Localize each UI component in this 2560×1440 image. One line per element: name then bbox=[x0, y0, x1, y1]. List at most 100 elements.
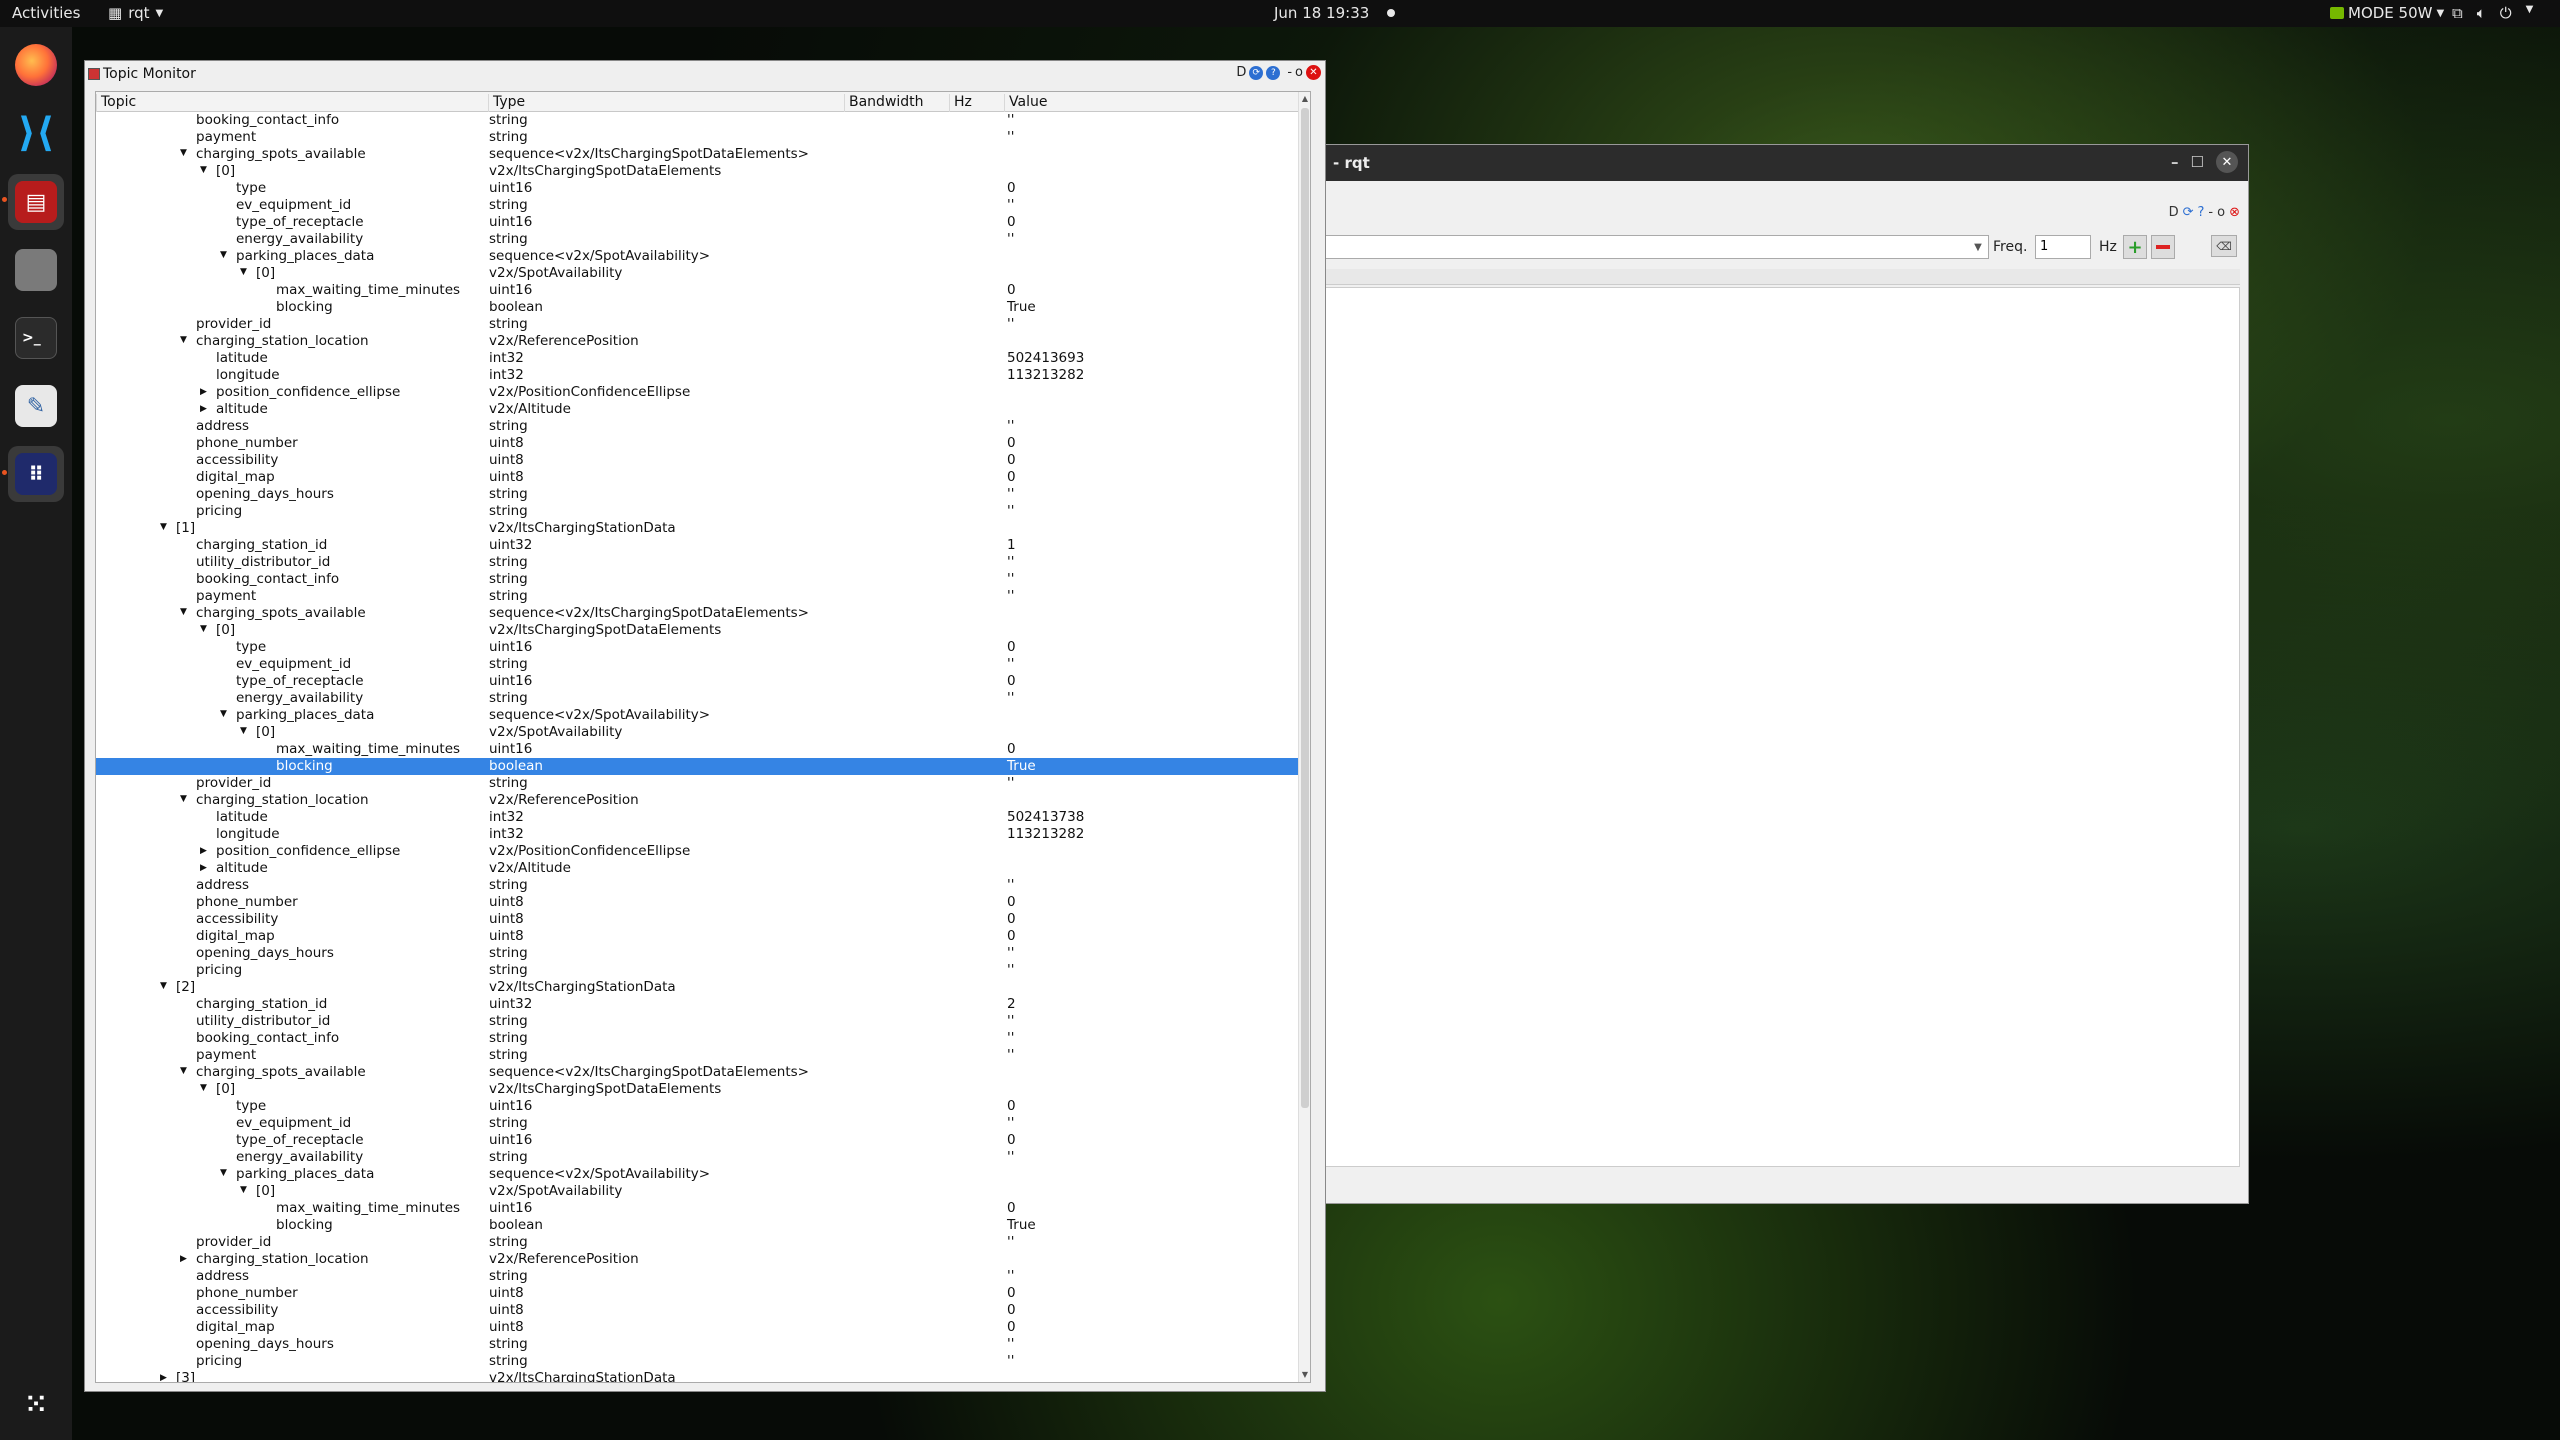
reload-icon[interactable]: ⟳ bbox=[1249, 65, 1264, 80]
table-row[interactable]: ▼ charging_spots_available sequence<v2x/It… bbox=[96, 605, 1300, 622]
table-row[interactable]: ▼ charging_station_location v2x/ReferenceP… bbox=[96, 792, 1300, 809]
expand-arrow-open-icon[interactable]: ▼ bbox=[240, 1185, 247, 1195]
table-row[interactable]: ev_equipment_id string '' bbox=[96, 1115, 1300, 1132]
expand-arrow-open-icon[interactable]: ▼ bbox=[220, 250, 227, 260]
topic-monitor-titlebar[interactable]: Topic Monitor D ⟳ ? - o ✕ bbox=[85, 61, 1325, 87]
table-row[interactable]: payment string '' bbox=[96, 129, 1300, 146]
minimize-plugin-icon[interactable]: - bbox=[2208, 205, 2213, 220]
close-icon[interactable]: ✕ bbox=[1306, 65, 1321, 80]
table-row[interactable]: ▼ [0] v2x/ItsChargingSpotDataElements bbox=[96, 622, 1300, 639]
app-grid-running-launcher[interactable]: ⠿ bbox=[8, 446, 64, 502]
table-row[interactable]: max_waiting_time_minutes uint16 0 bbox=[96, 1200, 1300, 1217]
table-row[interactable]: latitude int32 502413693 bbox=[96, 350, 1300, 367]
table-row[interactable]: energy_availability string '' bbox=[96, 690, 1300, 707]
table-row[interactable]: phone_number uint8 0 bbox=[96, 1285, 1300, 1302]
table-row[interactable]: ▼ [0] v2x/SpotAvailability bbox=[96, 265, 1300, 282]
table-row[interactable]: ▼ [2] v2x/ItsChargingStationData bbox=[96, 979, 1300, 996]
text-editor-launcher[interactable]: ✎ bbox=[8, 378, 64, 434]
freq-input[interactable]: 1 bbox=[2035, 235, 2091, 259]
table-row[interactable]: phone_number uint8 0 bbox=[96, 894, 1300, 911]
expand-arrow-open-icon[interactable]: ▼ bbox=[240, 726, 247, 736]
power-mode-indicator[interactable]: MODE 50W ▼ bbox=[2330, 4, 2444, 22]
table-row[interactable]: provider_id string '' bbox=[96, 1234, 1300, 1251]
table-row[interactable]: ▼ parking_places_data sequence<v2x/SpotAva… bbox=[96, 1166, 1300, 1183]
table-row[interactable]: ▼ charging_station_location v2x/ReferenceP… bbox=[96, 333, 1300, 350]
table-row[interactable]: type uint16 0 bbox=[96, 639, 1300, 656]
minimize-icon[interactable]: - bbox=[1287, 65, 1292, 80]
table-row[interactable]: ev_equipment_id string '' bbox=[96, 656, 1300, 673]
expand-arrow-open-icon[interactable]: ▼ bbox=[240, 267, 247, 277]
topic-combo[interactable]: ▼ bbox=[1323, 235, 1989, 259]
table-row[interactable]: pricing string '' bbox=[96, 1353, 1300, 1370]
table-row[interactable]: ▶ charging_station_location v2x/ReferenceP… bbox=[96, 1251, 1300, 1268]
table-row[interactable]: ▼ charging_spots_available sequence<v2x/It… bbox=[96, 1064, 1300, 1081]
rqt-titlebar[interactable]: - rqt – ☐ ✕ bbox=[1323, 145, 2248, 181]
table-row[interactable]: latitude int32 502413738 bbox=[96, 809, 1300, 826]
expand-arrow-closed-icon[interactable]: ▶ bbox=[180, 1254, 187, 1264]
table-row[interactable]: max_waiting_time_minutes uint16 0 bbox=[96, 282, 1300, 299]
table-row[interactable]: accessibility uint8 0 bbox=[96, 1302, 1300, 1319]
table-row[interactable]: ▼ parking_places_data sequence<v2x/SpotAva… bbox=[96, 707, 1300, 724]
minimize-icon[interactable]: – bbox=[2171, 153, 2179, 171]
table-row[interactable]: ev_equipment_id string '' bbox=[96, 197, 1300, 214]
table-row[interactable]: payment string '' bbox=[96, 588, 1300, 605]
expand-arrow-open-icon[interactable]: ▼ bbox=[220, 1168, 227, 1178]
table-row[interactable]: ▶ altitude v2x/Altitude bbox=[96, 860, 1300, 877]
column-header-bandwidth[interactable]: Bandwidth bbox=[844, 94, 949, 112]
table-row[interactable]: ▼ [1] v2x/ItsChargingStationData bbox=[96, 520, 1300, 537]
expand-arrow-open-icon[interactable]: ▼ bbox=[200, 624, 207, 634]
table-row[interactable]: provider_id string '' bbox=[96, 775, 1300, 792]
reload-icon[interactable]: ⟳ bbox=[2183, 205, 2194, 220]
scrollbar-thumb[interactable] bbox=[1301, 108, 1309, 1108]
float-plugin-icon[interactable]: o bbox=[2217, 205, 2225, 220]
table-row[interactable]: booking_contact_info string '' bbox=[96, 571, 1300, 588]
table-row[interactable]: ▼ [0] v2x/SpotAvailability bbox=[96, 1183, 1300, 1200]
app-menu[interactable]: ▦ rqt ▼ bbox=[108, 4, 163, 22]
expand-arrow-closed-icon[interactable]: ▶ bbox=[200, 387, 207, 397]
table-row[interactable]: max_waiting_time_minutes uint16 0 bbox=[96, 741, 1300, 758]
table-row[interactable]: blocking boolean True bbox=[96, 1217, 1300, 1234]
column-header-topic[interactable]: Topic bbox=[96, 94, 489, 112]
table-row[interactable]: ▼ [0] v2x/ItsChargingSpotDataElements bbox=[96, 163, 1300, 180]
table-row[interactable]: longitude int32 113213282 bbox=[96, 826, 1300, 843]
expand-arrow-open-icon[interactable]: ▼ bbox=[180, 148, 187, 158]
rqt-window[interactable]: - rqt – ☐ ✕ D ⟳ ? - o ⊗ ▼ Freq. 1 Hz + ⌫ bbox=[1322, 144, 2249, 1204]
close-icon[interactable]: ✕ bbox=[2216, 151, 2238, 173]
table-row[interactable]: address string '' bbox=[96, 1268, 1300, 1285]
activities-button[interactable]: Activities bbox=[12, 4, 80, 22]
maximize-icon[interactable]: ☐ bbox=[2191, 153, 2204, 171]
expand-arrow-open-icon[interactable]: ▼ bbox=[160, 981, 167, 991]
table-row[interactable]: digital_map uint8 0 bbox=[96, 1319, 1300, 1336]
column-header-hz[interactable]: Hz bbox=[949, 94, 1004, 112]
expand-arrow-open-icon[interactable]: ▼ bbox=[220, 709, 227, 719]
scroll-up-icon[interactable]: ▲ bbox=[1300, 94, 1310, 106]
table-row[interactable]: address string '' bbox=[96, 877, 1300, 894]
table-row[interactable]: phone_number uint8 0 bbox=[96, 435, 1300, 452]
expand-arrow-open-icon[interactable]: ▼ bbox=[180, 794, 187, 804]
d-icon[interactable]: D bbox=[1236, 65, 1246, 80]
files-launcher[interactable] bbox=[8, 242, 64, 298]
table-row[interactable]: type uint16 0 bbox=[96, 1098, 1300, 1115]
table-row[interactable]: utility_distributor_id string '' bbox=[96, 554, 1300, 571]
add-topic-button[interactable]: + bbox=[2123, 235, 2147, 259]
table-row[interactable]: pricing string '' bbox=[96, 962, 1300, 979]
table-row[interactable]: type_of_receptacle uint16 0 bbox=[96, 1132, 1300, 1149]
expand-arrow-closed-icon[interactable]: ▶ bbox=[200, 404, 207, 414]
table-row[interactable]: type uint16 0 bbox=[96, 180, 1300, 197]
vertical-scrollbar[interactable]: ▲ ▼ bbox=[1298, 92, 1310, 1382]
table-row[interactable]: opening_days_hours string '' bbox=[96, 486, 1300, 503]
table-row[interactable]: blocking boolean True bbox=[96, 299, 1300, 316]
close-plugin-icon[interactable]: ⊗ bbox=[2229, 205, 2240, 220]
clock[interactable]: Jun 18 19:33 bbox=[1274, 4, 1396, 22]
table-row[interactable]: address string '' bbox=[96, 418, 1300, 435]
table-row[interactable]: provider_id string '' bbox=[96, 316, 1300, 333]
rqt-launcher[interactable]: ▤ bbox=[8, 174, 64, 230]
column-header-value[interactable]: Value bbox=[1004, 94, 1300, 112]
show-applications-button[interactable]: ⁙ bbox=[8, 1377, 64, 1433]
expand-arrow-open-icon[interactable]: ▼ bbox=[200, 165, 207, 175]
expand-arrow-open-icon[interactable]: ▼ bbox=[160, 522, 167, 532]
table-row[interactable]: energy_availability string '' bbox=[96, 231, 1300, 248]
clear-button[interactable]: ⌫ bbox=[2211, 235, 2237, 257]
help-icon[interactable]: ? bbox=[2198, 205, 2205, 220]
tree-body[interactable]: booking_contact_info string '' payment strin… bbox=[96, 112, 1300, 1382]
